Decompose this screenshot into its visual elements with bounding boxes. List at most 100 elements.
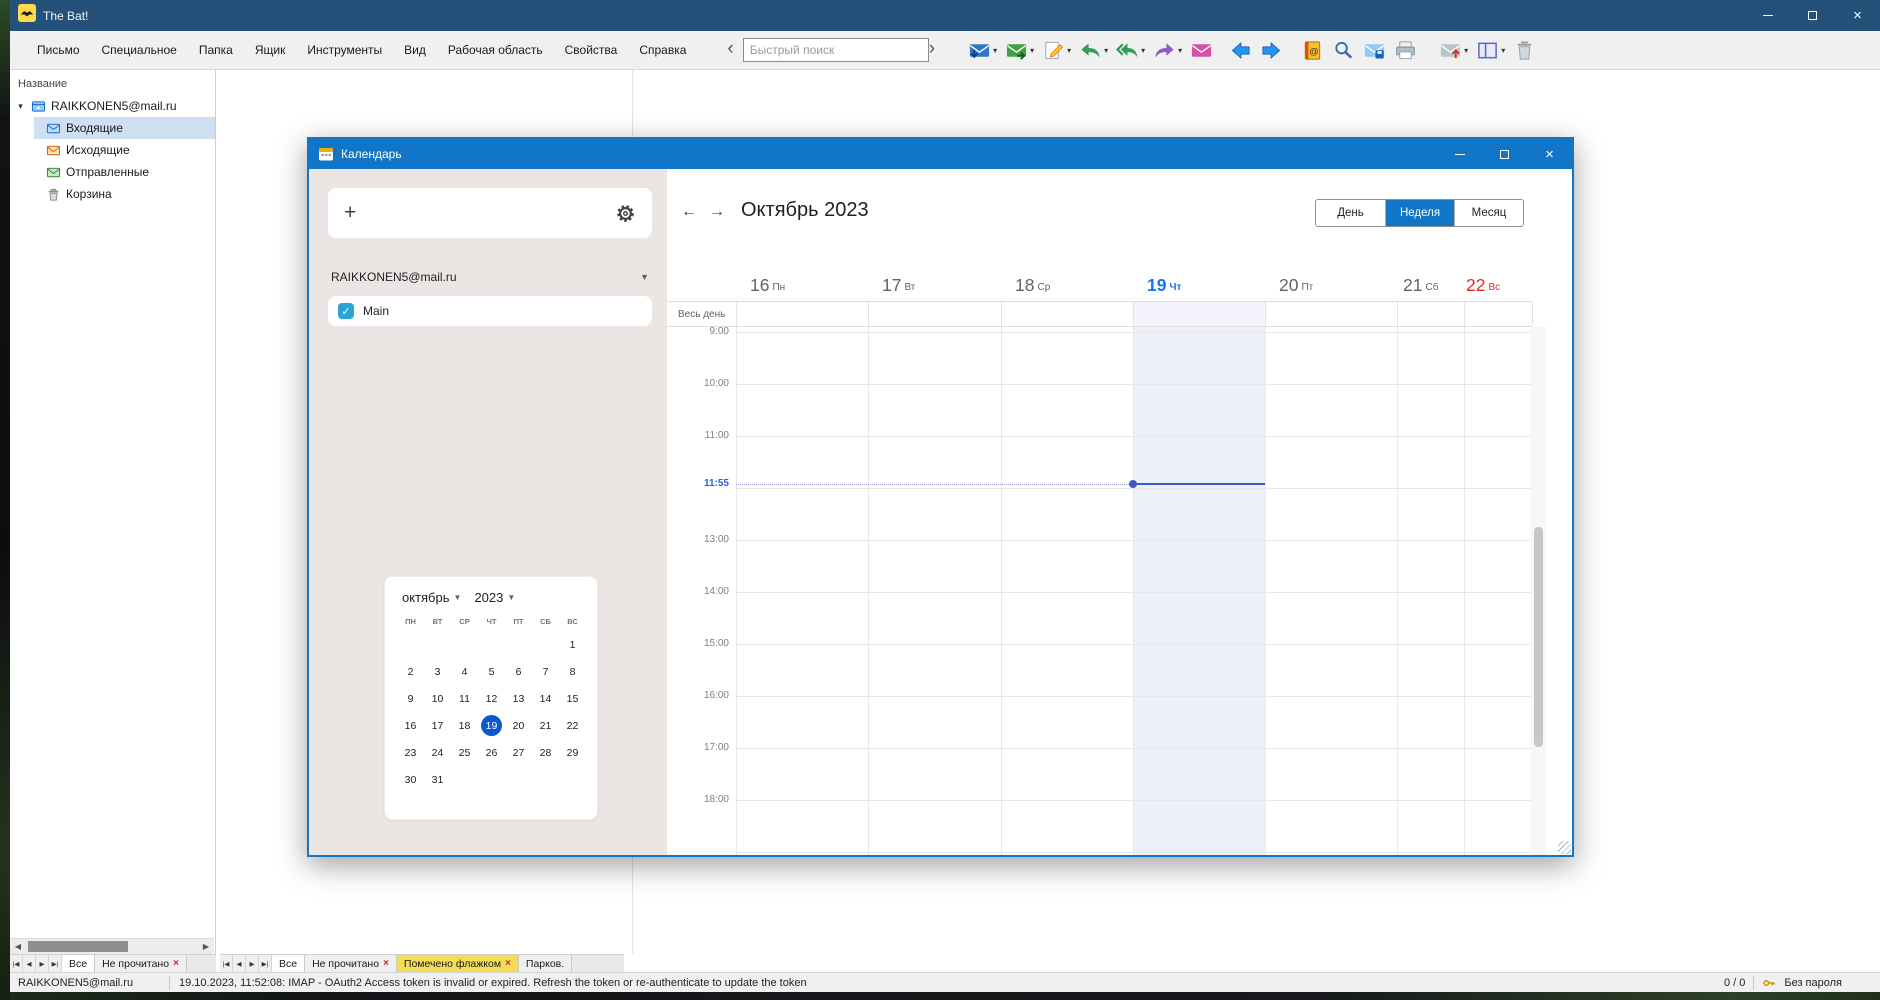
reply-all-button[interactable]: ▾: [1114, 38, 1147, 63]
mini-day-9[interactable]: 9: [397, 685, 424, 712]
mini-day-5[interactable]: 5: [478, 658, 505, 685]
print-message-button[interactable]: [1392, 38, 1419, 63]
view-week-button[interactable]: Неделя: [1385, 200, 1454, 226]
day-header-19[interactable]: 19 Чт: [1147, 270, 1181, 294]
day-header-18[interactable]: 18 Ср: [1015, 270, 1050, 294]
calendar-minimize-button[interactable]: [1437, 139, 1482, 169]
week-grid[interactable]: 9:00 10:00 11:00 13:00 14:00 15:00 16:00 17:00 1…: [667, 327, 1572, 855]
mini-day-21[interactable]: 21: [532, 712, 559, 739]
mini-day-6[interactable]: 6: [505, 658, 532, 685]
check-mail-button[interactable]: ▾: [966, 38, 999, 63]
next-message-button[interactable]: [1258, 38, 1285, 63]
mini-day-24[interactable]: 24: [424, 739, 451, 766]
mini-day-19[interactable]: 19: [478, 712, 505, 739]
chevron-down-icon[interactable]: ▾: [993, 46, 997, 55]
all-day-row[interactable]: Весь день: [667, 301, 1533, 327]
list-tab-1[interactable]: Не прочитано ×: [305, 955, 397, 972]
scroll-left-icon[interactable]: ◀: [10, 942, 26, 951]
list-tab-0[interactable]: Все: [272, 955, 306, 972]
menu-item-0[interactable]: Письмо: [26, 31, 91, 70]
account-node[interactable]: ▾ RAIKKONEN5@mail.ru: [10, 95, 215, 117]
list-tab-2[interactable]: Помечено флажком ×: [396, 955, 519, 972]
menu-item-7[interactable]: Свойства: [554, 31, 629, 70]
maximize-button[interactable]: [1790, 0, 1835, 31]
queue-mail-button[interactable]: ▾: [1003, 38, 1036, 63]
new-message-button[interactable]: ▾: [1040, 38, 1073, 63]
mini-day-8[interactable]: 8: [559, 658, 586, 685]
menu-item-8[interactable]: Справка: [628, 31, 697, 70]
folder-nav-button-1[interactable]: ◀: [23, 955, 36, 972]
mini-day-27[interactable]: 27: [505, 739, 532, 766]
chevron-down-icon[interactable]: ▾: [1141, 46, 1145, 55]
chevron-down-icon[interactable]: ▾: [1030, 46, 1034, 55]
folder-item-3[interactable]: Корзина: [34, 183, 215, 205]
folder-nav-button-0[interactable]: |◀: [10, 955, 23, 972]
chevron-down-icon[interactable]: ▾: [1178, 46, 1182, 55]
folder-nav-button-3[interactable]: ▶|: [49, 955, 62, 972]
redirect-button[interactable]: [1188, 38, 1215, 63]
checkbox-checked-icon[interactable]: ✓: [338, 303, 354, 319]
mini-day-23[interactable]: 23: [397, 739, 424, 766]
mini-day-28[interactable]: 28: [532, 739, 559, 766]
day-header-22[interactable]: 22 Вс: [1466, 270, 1500, 294]
list-nav-button-3[interactable]: ▶|: [259, 955, 272, 972]
mini-day-3[interactable]: 3: [424, 658, 451, 685]
view-day-button[interactable]: День: [1316, 200, 1385, 226]
mini-day-1[interactable]: 1: [559, 631, 586, 658]
chevron-down-icon[interactable]: ▾: [1464, 46, 1468, 55]
mini-day-10[interactable]: 10: [424, 685, 451, 712]
move-message-button[interactable]: ▾: [1437, 38, 1470, 63]
mini-day-13[interactable]: 13: [505, 685, 532, 712]
mini-day-17[interactable]: 17: [424, 712, 451, 739]
day-header-16[interactable]: 16 Пн: [750, 270, 785, 294]
mini-day-26[interactable]: 26: [478, 739, 505, 766]
menu-item-5[interactable]: Вид: [393, 31, 437, 70]
scrollbar-thumb[interactable]: [1534, 527, 1543, 747]
chevron-right-icon[interactable]: ›: [929, 38, 935, 60]
folder-tab-0[interactable]: Все: [62, 955, 96, 972]
scroll-right-icon[interactable]: ▶: [198, 942, 214, 951]
search-messages-button[interactable]: [1330, 38, 1357, 63]
expander-icon[interactable]: ▾: [15, 101, 26, 112]
list-nav-button-0[interactable]: |◀: [220, 955, 233, 972]
menu-item-3[interactable]: Ящик: [244, 31, 297, 70]
menu-item-6[interactable]: Рабочая область: [437, 31, 554, 70]
next-week-button[interactable]: →: [709, 203, 725, 221]
chevron-down-icon[interactable]: ▾: [1067, 46, 1071, 55]
mini-day-18[interactable]: 18: [451, 712, 478, 739]
mini-day-4[interactable]: 4: [451, 658, 478, 685]
calendar-maximize-button[interactable]: [1482, 139, 1527, 169]
mini-day-7[interactable]: 7: [532, 658, 559, 685]
mini-day-20[interactable]: 20: [505, 712, 532, 739]
mini-day-29[interactable]: 29: [559, 739, 586, 766]
list-tab-3[interactable]: Парков.: [518, 955, 573, 972]
save-message-button[interactable]: [1361, 38, 1388, 63]
delete-message-button[interactable]: [1511, 38, 1538, 63]
list-nav-button-1[interactable]: ◀: [233, 955, 246, 972]
folder-item-1[interactable]: Исходящие: [34, 139, 215, 161]
chevron-down-icon[interactable]: ▾: [1501, 46, 1505, 55]
chevron-down-icon[interactable]: ▾: [1104, 46, 1108, 55]
mini-day-2[interactable]: 2: [397, 658, 424, 685]
mini-day-30[interactable]: 30: [397, 766, 424, 793]
mini-day-31[interactable]: 31: [424, 766, 451, 793]
menu-item-1[interactable]: Специальное: [91, 31, 188, 70]
mini-day-11[interactable]: 11: [451, 685, 478, 712]
list-nav-button-2[interactable]: ▶: [246, 955, 259, 972]
close-icon[interactable]: ×: [383, 958, 389, 969]
minimize-button[interactable]: [1745, 0, 1790, 31]
resize-grip[interactable]: [1558, 841, 1571, 854]
mini-day-16[interactable]: 16: [397, 712, 424, 739]
close-icon[interactable]: ×: [505, 958, 511, 969]
gear-icon[interactable]: [615, 203, 636, 224]
calendar-scrollbar[interactable]: [1531, 327, 1546, 855]
day-header-20[interactable]: 20 Пт: [1279, 270, 1313, 294]
calendar-close-button[interactable]: ×: [1527, 139, 1572, 169]
chevron-left-icon[interactable]: ‹: [727, 38, 733, 60]
mini-day-14[interactable]: 14: [532, 685, 559, 712]
tree-column-header[interactable]: Название: [10, 70, 215, 95]
mini-day-22[interactable]: 22: [559, 712, 586, 739]
mini-year-select[interactable]: 2023: [474, 590, 503, 605]
day-header-17[interactable]: 17 Вт: [882, 270, 915, 294]
scrollbar-thumb[interactable]: [28, 941, 128, 952]
